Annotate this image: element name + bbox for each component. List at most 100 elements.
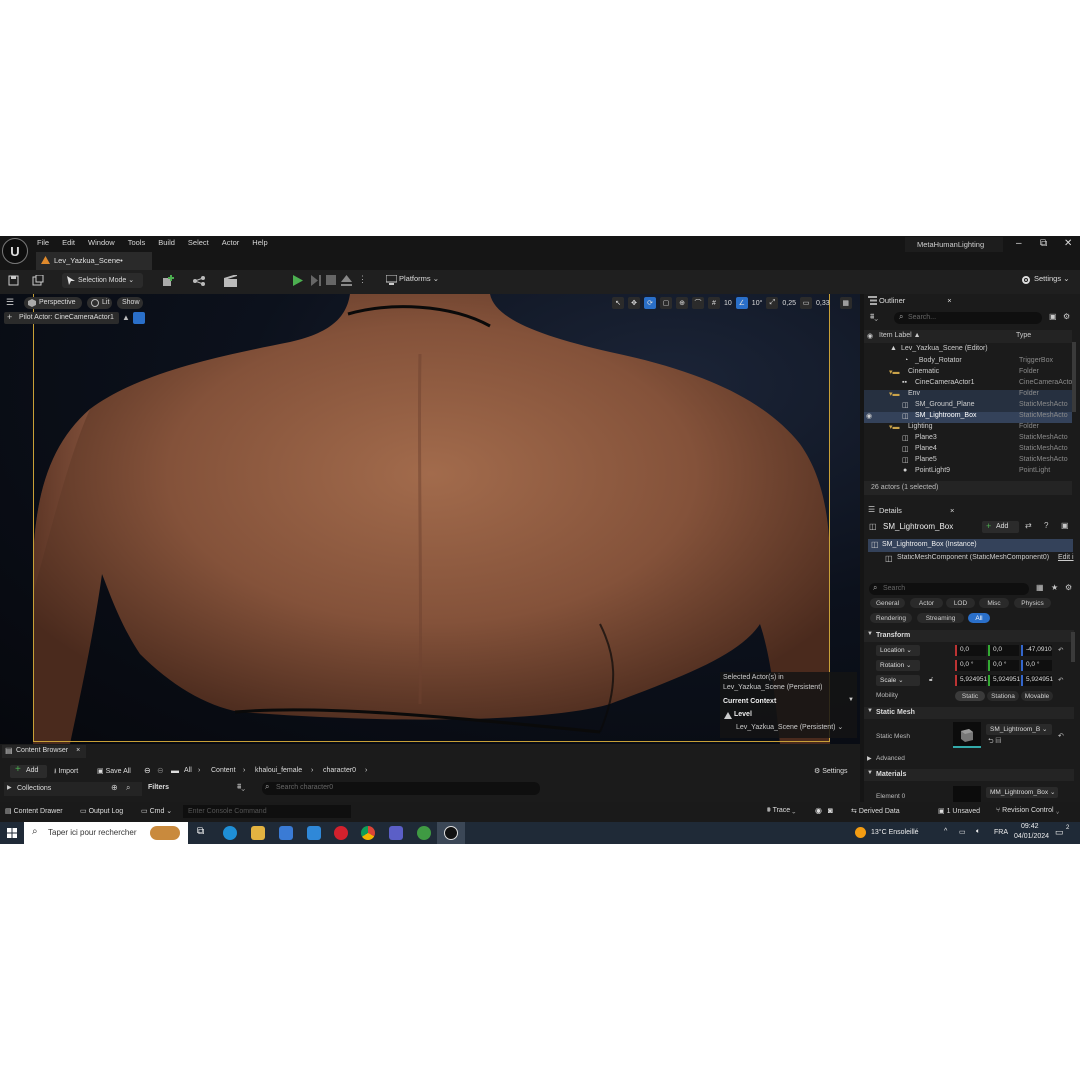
content-drawer-button[interactable]: ▤ Content Drawer [5, 807, 63, 815]
viewport-menu-icon[interactable]: ☰ [6, 297, 14, 308]
content-browser-close-icon[interactable]: × [76, 747, 80, 754]
notification-icon[interactable]: ▭ [1055, 827, 1064, 838]
scale-lock-icon[interactable]: 🔓︎ [929, 676, 933, 684]
menu-actor[interactable]: Actor [222, 238, 240, 247]
rotation-y-field[interactable]: 0,0 ° [988, 660, 1019, 671]
cinematics-icon[interactable] [224, 275, 237, 287]
path-content[interactable]: Content [211, 767, 236, 774]
settings-button[interactable]: Settings ⌄ [1034, 274, 1069, 283]
menu-edit[interactable]: Edit [62, 238, 75, 247]
details-search-input[interactable]: Search [869, 583, 1029, 595]
outliner-filter-icon[interactable]: ⩩⌄ [870, 312, 878, 322]
cb-search-input[interactable]: Search character0 [262, 782, 540, 795]
unreal-logo-icon[interactable]: U [2, 238, 28, 264]
angle-snap-icon[interactable]: ∠ [735, 297, 748, 309]
details-close-icon[interactable]: × [950, 506, 954, 515]
favorite-star-icon[interactable]: ★ [1051, 583, 1058, 592]
content-icon[interactable] [32, 275, 44, 286]
revision-control-button[interactable]: ⑂ Revision Control ⌄ [996, 807, 1060, 814]
reset-location-icon[interactable]: ↶ [1058, 646, 1063, 654]
cmd-dropdown[interactable]: ▭ Cmd ⌄ [141, 807, 172, 815]
surface-snap-icon[interactable]: ⌒ [692, 297, 704, 309]
use-selected-icon[interactable]: ⮌ ▤ [988, 737, 1001, 748]
camera-speed-value[interactable]: 0,33 [816, 300, 830, 307]
cb-import-button[interactable]: ⭳ Import [54, 767, 78, 778]
lock-icon[interactable]: ▣ [1061, 521, 1069, 530]
filter-rendering[interactable]: Rendering [870, 613, 912, 623]
outliner-row[interactable]: ▪▪ CineCameraActor1 CineCameraActo [864, 379, 1072, 390]
filter-dropdown-icon[interactable]: ⩩⌄ [237, 782, 245, 792]
outliner-row[interactable]: ◫ SM_Ground_Plane StaticMeshActo [864, 401, 1072, 412]
unsaved-button[interactable]: ▣ 1 Unsaved [938, 807, 980, 815]
cb-settings-button[interactable]: ⚙ Settings [814, 767, 848, 775]
record-icon[interactable]: ◉ [815, 806, 822, 815]
output-log-button[interactable]: ▭ Output Log [80, 807, 123, 815]
history-back-icon[interactable]: ⊖ [144, 766, 151, 775]
tray-arrow-icon[interactable]: ^ [944, 828, 947, 835]
static-mesh-section[interactable]: Static Mesh [864, 707, 1074, 719]
collections-search-icon[interactable]: ⌕ [126, 783, 130, 793]
location-z-field[interactable]: -47,0910 [1021, 645, 1052, 656]
play-icon[interactable] [292, 275, 303, 286]
menu-select[interactable]: Select [188, 238, 209, 247]
language-indicator[interactable]: FRA [994, 829, 1008, 836]
scale-z-field[interactable]: 5,924951 [1021, 675, 1053, 686]
materials-section[interactable]: Materials [864, 769, 1074, 781]
details-tab[interactable]: Details × [864, 504, 1080, 517]
history-forward-icon[interactable]: ⊖ [157, 766, 164, 775]
teams-icon[interactable] [389, 826, 403, 840]
level-value-dropdown[interactable]: Lev_Yazkua_Scene (Persistent) ⌄ [736, 723, 843, 731]
file-explorer-icon[interactable] [251, 826, 265, 840]
mobility-movable[interactable]: Movable [1021, 691, 1053, 701]
close-button[interactable]: ✕ [1064, 238, 1072, 249]
scale-y-field[interactable]: 5,924951 [988, 675, 1020, 686]
grid-snap-icon[interactable]: # [708, 297, 720, 309]
menu-window[interactable]: Window [88, 238, 115, 247]
edge-icon[interactable] [223, 826, 237, 840]
store-icon[interactable] [279, 826, 293, 840]
app-icon[interactable] [417, 826, 431, 840]
weather-text[interactable]: 13°C Ensoleillé [871, 829, 919, 836]
filter-all[interactable]: All [968, 613, 990, 623]
screenshot-icon[interactable]: ◙ [828, 806, 833, 815]
select-tool-icon[interactable]: ↖ [612, 297, 624, 309]
rotation-z-field[interactable]: 0,0 ° [1021, 660, 1052, 671]
outliner-close-icon[interactable]: × [947, 296, 951, 305]
outliner-settings-icon[interactable]: ⚙ [1063, 312, 1070, 321]
location-dropdown[interactable]: Location ⌄ [876, 645, 920, 656]
stop-icon[interactable] [326, 275, 336, 285]
outliner-row[interactable]: ▾▬ Cinematic Folder [864, 368, 1072, 379]
outliner-scrollbar[interactable] [1072, 342, 1076, 412]
scale-dropdown[interactable]: Scale ⌄ [876, 675, 920, 686]
translate-tool-icon[interactable]: ✥ [628, 297, 640, 309]
pilot-actor-bar[interactable]: Pilot Actor: CineCameraActor1 [4, 312, 119, 324]
reset-scale-icon[interactable]: ↶ [1058, 676, 1063, 684]
menu-help[interactable]: Help [252, 238, 267, 247]
rotation-x-field[interactable]: 0,0 ° [955, 660, 986, 671]
type-column[interactable]: Type [1016, 332, 1031, 339]
mobility-static[interactable]: Static [955, 691, 985, 701]
details-scrollbar[interactable] [1071, 632, 1075, 662]
filter-lod[interactable]: LOD [946, 598, 975, 608]
component-row[interactable]: StaticMeshComponent (StaticMeshComponent… [884, 554, 1074, 561]
details-settings-icon[interactable]: ⚙ [1065, 583, 1072, 592]
level-tab[interactable]: Lev_Yazkua_Scene• [36, 252, 152, 270]
speaker-icon[interactable]: 🔈︎ [976, 828, 980, 836]
path-all[interactable]: All [184, 767, 192, 774]
camera-speed-icon[interactable]: ▭ [800, 297, 813, 309]
camera-lock-icon[interactable] [133, 312, 145, 324]
mobility-stationary[interactable]: Stationa [987, 691, 1019, 701]
filter-misc[interactable]: Misc [979, 598, 1009, 608]
location-y-field[interactable]: 0,0 [988, 645, 1019, 656]
rotate-tool-icon[interactable]: ⟳ [644, 297, 656, 309]
outliner-tab[interactable]: Outliner × [864, 294, 1080, 307]
outliner-row[interactable]: ◔ _Body_Rotator TriggerBox [864, 357, 1072, 368]
add-collection-icon[interactable]: ⊕ [111, 783, 118, 792]
outliner-search-input[interactable]: Search... [894, 312, 1042, 324]
menu-file[interactable]: File [37, 238, 49, 247]
help-icon[interactable]: ? [1044, 521, 1048, 530]
edit-link[interactable]: Edit i [1058, 554, 1074, 561]
scale-tool-icon[interactable]: ▢ [660, 297, 672, 309]
blueprint-convert-icon[interactable]: ⇄ [1025, 521, 1032, 530]
opera-icon[interactable] [334, 826, 348, 840]
